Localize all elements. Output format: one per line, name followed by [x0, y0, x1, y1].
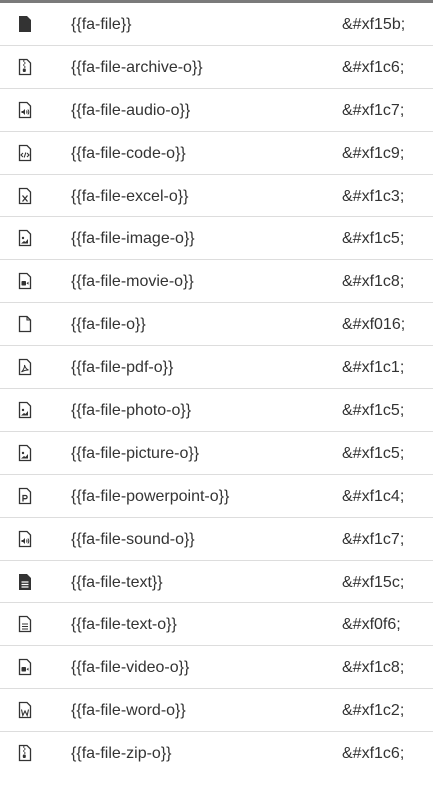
icon-name: {{fa-file-code-o}}: [71, 144, 186, 162]
table-row: {{fa-file-image-o}} &#xf1c5;: [0, 217, 433, 261]
icon-name: {{fa-file-image-o}}: [71, 230, 195, 248]
table-row: {{fa-file-excel-o}} &#xf1c3;: [0, 175, 433, 218]
icon-name: {{fa-file-movie-o}}: [71, 273, 194, 291]
icon-code: &#xf1c5;: [342, 402, 405, 420]
file-o-icon: [16, 315, 34, 333]
file-text-icon: [16, 573, 34, 591]
icon-name: {{fa-file-zip-o}}: [71, 745, 172, 763]
file-powerpoint-o-icon: [16, 487, 34, 505]
file-picture-o-icon: [16, 444, 34, 462]
file-movie-o-icon: [16, 272, 34, 290]
table-row: {{fa-file-code-o}} &#xf1c9;: [0, 132, 433, 175]
icon-code: &#xf1c7;: [342, 101, 405, 119]
icon-code: &#xf1c1;: [342, 359, 405, 377]
file-sound-o-icon: [16, 530, 34, 548]
file-zip-o-icon: [16, 744, 34, 762]
icon-code: &#xf1c7;: [342, 530, 405, 548]
table-row: {{fa-file-video-o}} &#xf1c8;: [0, 646, 433, 690]
icon-code: &#xf1c8;: [342, 659, 405, 677]
icon-code: &#xf1c6;: [342, 58, 405, 76]
icon-code: &#xf1c3;: [342, 187, 405, 205]
icon-code: &#xf0f6;: [342, 616, 401, 634]
table-row: {{fa-file-audio-o}} &#xf1c7;: [0, 89, 433, 132]
file-icon: [16, 15, 34, 33]
icon-name: {{fa-file-video-o}}: [71, 659, 190, 677]
file-image-o-icon: [16, 229, 34, 247]
file-text-o-icon: [16, 615, 34, 633]
file-photo-o-icon: [16, 401, 34, 419]
icon-code: &#xf15b;: [342, 16, 406, 33]
table-row: {{fa-file-movie-o}} &#xf1c8;: [0, 260, 433, 304]
table-row: {{fa-file}} &#xf15b;: [0, 3, 433, 46]
table-row: {{fa-file-pdf-o}} &#xf1c1;: [0, 346, 433, 390]
icon-name: {{fa-file-o}}: [71, 316, 146, 334]
icon-code: &#xf016;: [342, 316, 406, 334]
icon-name: {{fa-file-archive-o}}: [71, 58, 203, 76]
icon-code: &#xf1c5;: [342, 444, 405, 462]
file-excel-o-icon: [16, 187, 34, 205]
table-row: {{fa-file-powerpoint-o}} &#xf1c4;: [0, 475, 433, 518]
icon-name: {{fa-file-text-o}}: [71, 616, 177, 634]
icon-code: &#xf1c5;: [342, 230, 405, 248]
icon-code: &#xf1c6;: [342, 745, 405, 763]
icon-name: {{fa-file-picture-o}}: [71, 444, 200, 462]
icon-name: {{fa-file-word-o}}: [71, 702, 186, 720]
table-row: {{fa-file-picture-o}} &#xf1c5;: [0, 432, 433, 475]
file-audio-o-icon: [16, 101, 34, 119]
file-archive-o-icon: [16, 58, 34, 76]
icon-name: {{fa-file}}: [71, 16, 132, 33]
table-row: {{fa-file-text-o}} &#xf0f6;: [0, 603, 433, 647]
icon-name: {{fa-file-pdf-o}}: [71, 359, 174, 377]
icon-name: {{fa-file-audio-o}}: [71, 101, 191, 119]
table-row: {{fa-file-text}} &#xf15c;: [0, 561, 433, 604]
table-row: {{fa-file-o}} &#xf016;: [0, 303, 433, 347]
icon-code: &#xf1c4;: [342, 487, 405, 505]
table-row: {{fa-file-zip-o}} &#xf1c6;: [0, 732, 433, 775]
icon-name: {{fa-file-text}}: [71, 573, 163, 591]
icon-code: &#xf1c2;: [342, 702, 405, 720]
table-row: {{fa-file-photo-o}} &#xf1c5;: [0, 389, 433, 432]
icon-name: {{fa-file-excel-o}}: [71, 187, 189, 205]
file-video-o-icon: [16, 658, 34, 676]
file-pdf-o-icon: [16, 358, 34, 376]
table-row: {{fa-file-sound-o}} &#xf1c7;: [0, 518, 433, 561]
file-word-o-icon: [16, 701, 34, 719]
table-row: {{fa-file-archive-o}} &#xf1c6;: [0, 46, 433, 89]
file-code-o-icon: [16, 144, 34, 162]
icon-name: {{fa-file-photo-o}}: [71, 402, 192, 420]
icon-code: &#xf1c9;: [342, 144, 405, 162]
icon-code: &#xf15c;: [342, 573, 405, 591]
icon-name: {{fa-file-sound-o}}: [71, 530, 195, 548]
icon-name: {{fa-file-powerpoint-o}}: [71, 487, 230, 505]
icon-code: &#xf1c8;: [342, 273, 405, 291]
table-row: {{fa-file-word-o}} &#xf1c2;: [0, 689, 433, 733]
icon-table: {{fa-file}} &#xf15b; {{fa-file-archive-o…: [0, 0, 433, 775]
